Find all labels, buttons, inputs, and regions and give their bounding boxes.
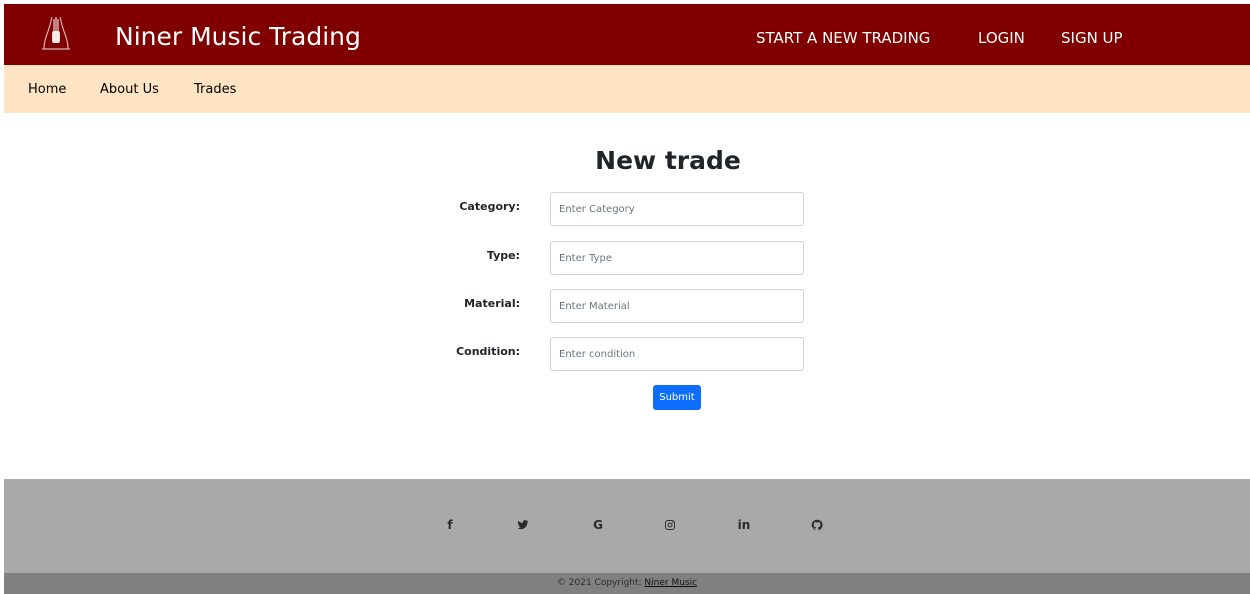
category-input[interactable]	[550, 192, 804, 226]
condition-row: Condition:	[0, 337, 1250, 371]
instagram-icon[interactable]	[662, 517, 678, 533]
about-us-link[interactable]: About Us	[100, 81, 159, 99]
social-links: f G in	[4, 479, 1250, 573]
copyright-text: © 2021 Copyright:	[556, 578, 645, 588]
twitter-icon[interactable]	[515, 517, 531, 533]
material-label: Material:	[464, 297, 520, 310]
top-navigation: START A NEW TRADING LOGIN SIGN UP	[4, 28, 1250, 52]
niner-music-link[interactable]: Niner Music	[644, 578, 697, 588]
category-label: Category:	[459, 200, 520, 213]
type-label: Type:	[486, 249, 520, 262]
github-icon[interactable]	[809, 517, 825, 533]
page-title: New trade	[595, 146, 741, 175]
start-new-trading-link[interactable]: START A NEW TRADING	[756, 28, 930, 48]
submit-button[interactable]: Submit	[653, 385, 701, 410]
material-input[interactable]	[550, 289, 804, 323]
signup-link[interactable]: SIGN UP	[1061, 28, 1123, 48]
type-row: Type:	[0, 241, 1250, 275]
copyright-bar: © 2021 Copyright: Niner Music	[4, 573, 1250, 594]
category-row: Category:	[0, 192, 1250, 226]
top-header: Niner Music Trading START A NEW TRADING …	[4, 4, 1250, 65]
material-row: Material:	[0, 289, 1250, 323]
condition-label: Condition:	[456, 345, 520, 358]
facebook-icon[interactable]: f	[442, 517, 458, 533]
google-icon[interactable]: G	[590, 517, 606, 533]
condition-input[interactable]	[550, 337, 804, 371]
login-link[interactable]: LOGIN	[978, 28, 1025, 48]
secondary-navigation: Home About Us Trades	[4, 65, 1250, 113]
linkedin-icon[interactable]: in	[736, 517, 752, 533]
type-input[interactable]	[550, 241, 804, 275]
trades-link[interactable]: Trades	[194, 81, 236, 99]
home-link[interactable]: Home	[28, 81, 66, 99]
